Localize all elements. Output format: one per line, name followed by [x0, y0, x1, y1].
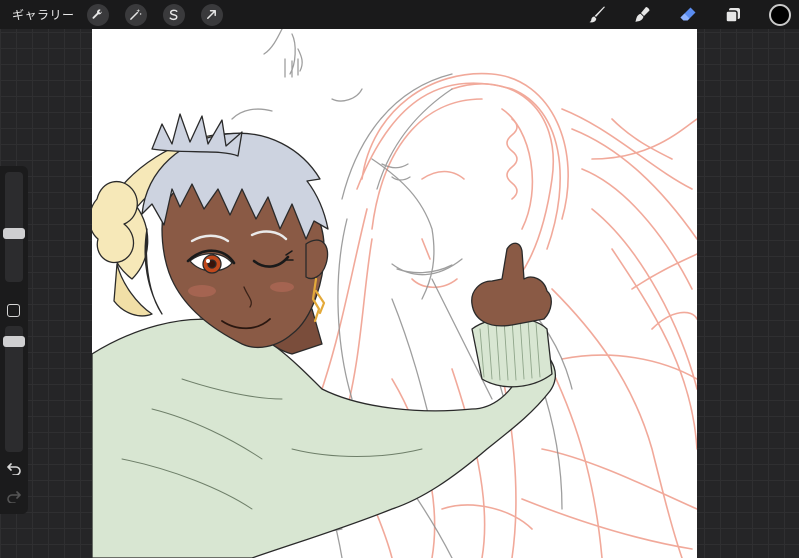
- wrench-icon: [92, 9, 102, 19]
- character: [92, 113, 556, 558]
- adjustments-button[interactable]: [124, 3, 147, 26]
- top-toolbar: ギャラリー: [0, 0, 799, 29]
- smudge-button[interactable]: [629, 1, 657, 29]
- brush-size-slider[interactable]: [3, 172, 25, 282]
- procreate-app: ギャラリー: [0, 0, 799, 558]
- modify-button[interactable]: [7, 304, 20, 317]
- redo-icon: [7, 491, 21, 503]
- brush-button[interactable]: [584, 1, 612, 29]
- gallery-button[interactable]: ギャラリー: [12, 6, 75, 23]
- drawing-canvas[interactable]: [92, 29, 697, 558]
- undo-button[interactable]: [6, 462, 22, 476]
- artwork: [92, 29, 697, 558]
- magic-wand-icon: [130, 8, 142, 20]
- opacity-thumb[interactable]: [3, 336, 25, 347]
- brush-icon: [589, 6, 605, 22]
- selection-icon: [169, 9, 178, 21]
- actions-button[interactable]: [86, 3, 109, 26]
- smudge-icon: [635, 6, 650, 22]
- layers-button[interactable]: [719, 1, 747, 29]
- brush-size-thumb[interactable]: [3, 228, 25, 239]
- opacity-slider[interactable]: [3, 326, 25, 452]
- color-swatch[interactable]: [769, 3, 791, 26]
- eraser-button[interactable]: [674, 1, 702, 29]
- transform-button[interactable]: [200, 3, 223, 26]
- transform-arrow-icon: [207, 10, 216, 19]
- layers-icon: [725, 7, 740, 23]
- redo-button[interactable]: [6, 490, 22, 504]
- painting-tools: [567, 0, 799, 29]
- eraser-icon: [680, 7, 696, 20]
- side-toolbar: [0, 166, 28, 514]
- selection-button[interactable]: [162, 3, 185, 26]
- undo-icon: [7, 463, 21, 475]
